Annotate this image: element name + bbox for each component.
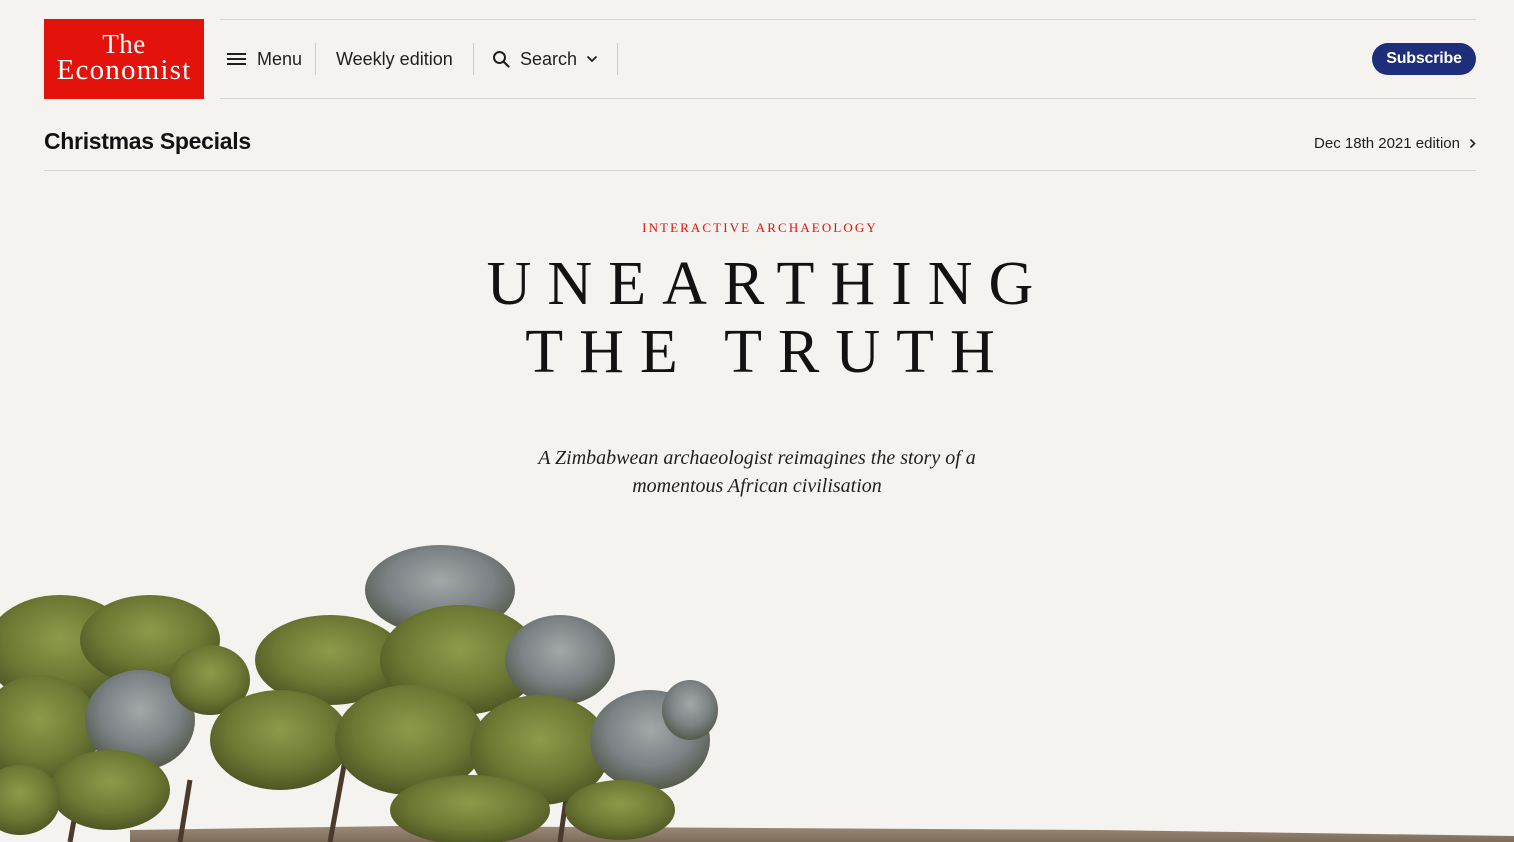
edition-label: Dec 18th 2021 edition bbox=[1314, 135, 1460, 152]
chevron-right-icon bbox=[1469, 138, 1476, 149]
search-icon bbox=[493, 51, 510, 68]
search-button[interactable]: Search bbox=[492, 42, 598, 76]
menu-label: Menu bbox=[257, 48, 303, 69]
tree-canopy-left bbox=[0, 595, 250, 835]
ground-strip bbox=[130, 826, 1514, 842]
article-headline: UNEARTHING THE TRUTH bbox=[0, 250, 1514, 386]
top-navigation: Menu Weekly edition Search Subscribe bbox=[220, 19, 1476, 99]
article-kicker: INTERACTIVE ARCHAEOLOGY bbox=[642, 220, 878, 235]
article-standfirst: A Zimbabwean archaeologist reimagines th… bbox=[457, 444, 1057, 500]
weekly-edition-label: Weekly edition bbox=[336, 48, 453, 69]
headline-line-2: THE TRUTH bbox=[525, 318, 1011, 386]
edition-link[interactable]: Dec 18th 2021 edition bbox=[1314, 135, 1476, 152]
subscribe-button[interactable]: Subscribe bbox=[1372, 43, 1476, 75]
section-bar: Christmas Specials Dec 18th 2021 edition bbox=[44, 120, 1476, 171]
weekly-edition-link[interactable]: Weekly edition bbox=[336, 42, 453, 76]
headline-line-1: UNEARTHING bbox=[486, 250, 1050, 318]
nav-divider bbox=[473, 43, 474, 75]
hamburger-icon bbox=[227, 52, 247, 66]
nav-divider bbox=[315, 43, 316, 75]
standfirst-line-1: A Zimbabwean archaeologist reimagines th… bbox=[538, 447, 976, 469]
menu-button[interactable]: Menu bbox=[227, 42, 302, 76]
search-label: Search bbox=[520, 48, 578, 69]
nav-divider bbox=[617, 43, 618, 75]
economist-logo[interactable]: The Economist bbox=[44, 19, 204, 99]
section-title[interactable]: Christmas Specials bbox=[44, 128, 251, 155]
chevron-down-icon bbox=[586, 55, 598, 63]
standfirst-line-2: momentous African civilisation bbox=[632, 475, 882, 497]
logo-line-economist: Economist bbox=[56, 54, 192, 86]
tree-landscape-illustration bbox=[0, 545, 1514, 842]
tree-canopy-center bbox=[210, 545, 718, 842]
